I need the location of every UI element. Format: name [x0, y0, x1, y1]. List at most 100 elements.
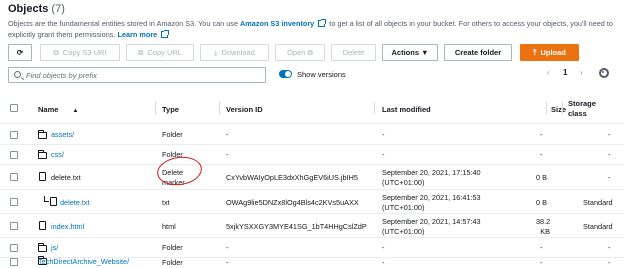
object-size: - — [540, 150, 543, 159]
object-last-modified: - — [382, 243, 385, 252]
column-last-modified[interactable]: Last modified — [382, 105, 431, 114]
row-checkbox[interactable] — [10, 151, 18, 159]
download-button[interactable]: ⤓ Download — [200, 44, 269, 61]
column-divider — [562, 102, 563, 114]
show-versions-label: Show versions — [297, 70, 346, 79]
object-last-modified: September 20, 2021, 16:41:53 (UTC+01:00) — [382, 193, 481, 212]
object-version-id: - — [226, 130, 229, 139]
object-name-link[interactable]: assets/ — [51, 130, 74, 140]
last-modified-tz: (UTC+01:00) — [382, 202, 425, 212]
storage-class-label-1: Storage — [568, 99, 596, 108]
object-size-unit: KB — [540, 226, 550, 236]
object-type: txt — [162, 198, 170, 207]
column-type[interactable]: Type — [162, 105, 179, 114]
upload-label: Upload — [540, 48, 566, 57]
table-row[interactable]: assets/ Folder - - - - — [0, 125, 624, 145]
search-input[interactable]: Find objects by prefix — [8, 67, 266, 83]
table-header: Name ▲ Type Version ID Last modified Size… — [0, 96, 624, 124]
gear-icon[interactable] — [599, 68, 609, 78]
column-divider — [546, 102, 547, 114]
current-page[interactable]: 1 — [563, 68, 567, 77]
object-name-link[interactable]: delete.txt — [60, 198, 90, 208]
folder-icon — [38, 243, 47, 252]
table-row[interactable]: js/ Folder - - - - — [0, 238, 624, 258]
open-button[interactable]: Open ⧉ — [275, 44, 325, 61]
table-row[interactable]: index.html html 5xjkYSXXGY3MYE41SG_1bT4H… — [0, 214, 624, 238]
row-checkbox[interactable] — [10, 131, 18, 139]
object-last-modified: September 20, 2021, 14:57:43 (UTC+01:00) — [382, 217, 481, 236]
folder-icon — [38, 150, 47, 159]
last-modified-tz: (UTC+01:00) — [382, 177, 425, 187]
object-name-link[interactable]: css/ — [51, 150, 64, 160]
column-divider — [219, 102, 220, 114]
object-name-link[interactable]: js/ — [51, 243, 58, 253]
folder-icon — [38, 130, 47, 139]
row-checkbox[interactable] — [10, 244, 18, 252]
object-size: - — [540, 243, 543, 252]
refresh-button[interactable]: ⟳ — [8, 44, 32, 61]
next-page-button[interactable]: › — [580, 68, 583, 77]
table-row[interactable]: delete.txt Delete marker CxYvbWAIyOpLE3d… — [0, 165, 624, 190]
object-storage-class: - — [608, 243, 611, 252]
object-count: (7) — [51, 3, 65, 15]
object-storage-class: Standard — [583, 198, 613, 207]
last-modified-date: September 20, 2021, 16:41:53 — [382, 193, 481, 202]
column-divider — [155, 102, 156, 114]
sort-ascending-icon: ▲ — [72, 108, 79, 114]
download-label: Download — [221, 48, 255, 57]
copy-icon: ⧉ — [53, 48, 59, 57]
copy-s3-uri-label: Copy S3 URI — [62, 48, 107, 57]
object-size: 0 B — [536, 198, 547, 207]
search-icon — [14, 71, 21, 78]
object-type: html — [162, 222, 176, 231]
column-storage-class[interactable]: Storage class — [568, 99, 596, 119]
copy-s3-uri-button[interactable]: ⧉ Copy S3 URI — [40, 44, 120, 61]
file-icon — [39, 172, 46, 181]
object-version-id: - — [226, 150, 229, 159]
delete-label: Delete — [342, 48, 365, 57]
object-size: - — [540, 130, 543, 139]
row-checkbox[interactable] — [10, 258, 18, 266]
column-version-id[interactable]: Version ID — [226, 105, 263, 114]
object-name-link-techdirect[interactable]: TechDirectArchive_Website/ — [38, 257, 129, 267]
table-row[interactable]: css/ Folder - - - - — [0, 145, 624, 165]
copy-url-label: Copy URL — [147, 48, 182, 57]
row-checkbox[interactable] — [10, 222, 18, 230]
column-size[interactable]: Size — [551, 105, 566, 114]
external-link-icon — [161, 29, 170, 38]
upload-icon: ⤒ — [533, 48, 537, 57]
actions-label: Actions ▼ — [391, 48, 429, 57]
search-placeholder: Find objects by prefix — [26, 71, 97, 80]
file-icon — [39, 221, 46, 230]
inventory-link[interactable]: Amazon S3 inventory — [240, 19, 314, 28]
delete-button[interactable]: Delete — [331, 44, 376, 61]
actions-dropdown[interactable]: Actions ▼ — [382, 44, 438, 61]
column-name-label: Name — [38, 105, 59, 114]
refresh-icon: ⟳ — [16, 48, 24, 57]
object-last-modified: - — [382, 258, 385, 267]
object-last-modified: - — [382, 130, 385, 139]
column-name[interactable]: Name ▲ — [38, 105, 78, 114]
object-storage-class: - — [608, 258, 611, 267]
show-versions-toggle[interactable] — [279, 70, 292, 78]
prev-page-button[interactable]: ‹ — [547, 68, 550, 77]
external-link-icon — [318, 19, 327, 27]
object-storage-class: - — [608, 130, 611, 139]
download-icon: ⤓ — [214, 48, 218, 57]
upload-button[interactable]: ⤒ Upload — [520, 44, 579, 61]
row-checkbox[interactable] — [10, 198, 18, 206]
object-name-link[interactable]: index.html — [51, 222, 84, 232]
external-link-icon: ⧉ — [307, 48, 313, 57]
section-title: Objects (7) — [8, 3, 65, 15]
create-folder-button[interactable]: Create folder — [444, 44, 512, 61]
row-checkbox[interactable] — [10, 173, 18, 181]
last-modified-date: September 20, 2021, 14:57:43 — [382, 217, 481, 226]
object-size: 38.2 KB — [536, 217, 550, 236]
title-text: Objects — [8, 3, 49, 15]
select-all-checkbox[interactable] — [10, 104, 18, 112]
description: Objects are the fundamental entities sto… — [8, 19, 614, 40]
learn-more-link[interactable]: Learn more — [118, 30, 158, 39]
table-row[interactable]: delete.txt txt OWAg9lie5DNZx8lOg4Bls4c2K… — [0, 190, 624, 214]
object-name: delete.txt — [51, 173, 81, 182]
copy-url-button[interactable]: ⧉ Copy URL — [126, 44, 194, 61]
